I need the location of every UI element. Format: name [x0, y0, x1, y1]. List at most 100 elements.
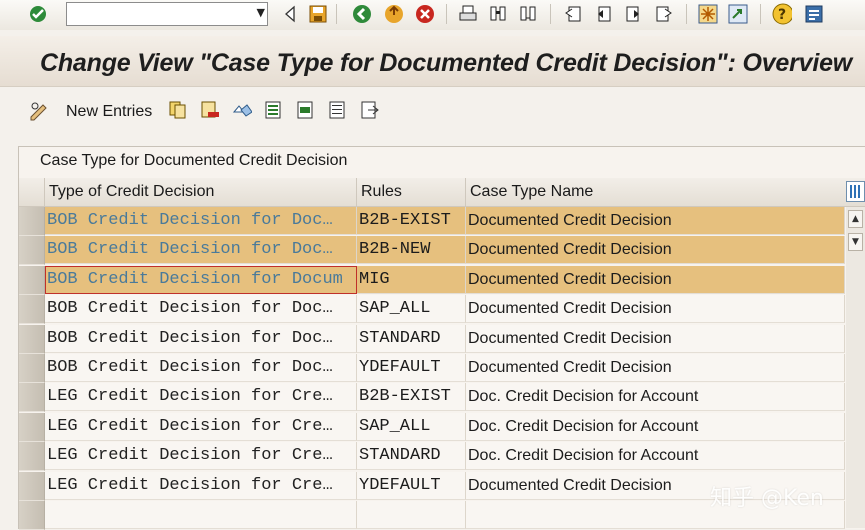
table-row[interactable]: BOB Credit Decision for Doc… B2B-EXIST Doc… — [19, 207, 845, 236]
command-field[interactable]: ▼ — [66, 2, 268, 26]
table-row[interactable]: BOB Credit Decision for Docum MIG Document… — [19, 266, 845, 295]
cell-type-of-credit-decision[interactable]: LEG Credit Decision for Cre… — [45, 442, 357, 470]
customize-layout-icon[interactable] — [804, 4, 824, 24]
cell-rules[interactable] — [357, 501, 466, 529]
row-selector[interactable] — [19, 472, 45, 501]
new-session-icon[interactable] — [698, 4, 718, 24]
cell-rules[interactable]: MIG — [357, 266, 466, 294]
cell-case-type-name[interactable]: Doc. Credit Decision for Account — [466, 383, 845, 411]
new-entries-button[interactable]: New Entries — [66, 103, 152, 121]
scroll-down-icon[interactable]: ▼ — [848, 233, 863, 251]
cell-type-text: BOB Credit Decision for Doc… — [47, 211, 333, 230]
cell-rules[interactable]: SAP_ALL — [357, 295, 466, 323]
cell-rules[interactable]: STANDARD — [357, 325, 466, 353]
cell-type-of-credit-decision[interactable]: LEG Credit Decision for Cre… — [45, 472, 357, 500]
cell-type-of-credit-decision[interactable]: LEG Credit Decision for Cre… — [45, 383, 357, 411]
help-icon[interactable]: ? — [772, 3, 792, 25]
previous-page-icon[interactable] — [593, 4, 613, 24]
cell-case-type-name[interactable]: Doc. Credit Decision for Account — [466, 442, 845, 470]
chevron-down-icon[interactable]: ▼ — [257, 6, 265, 19]
edit-glasses-icon[interactable] — [28, 100, 48, 121]
cell-type-of-credit-decision[interactable]: BOB Credit Decision for Doc… — [45, 295, 357, 323]
find-next-icon[interactable] — [518, 4, 538, 24]
print-icon[interactable] — [458, 4, 478, 24]
create-shortcut-icon[interactable] — [728, 4, 748, 24]
first-page-icon[interactable] — [563, 4, 583, 24]
cancel-icon[interactable] — [415, 4, 435, 24]
cell-type-of-credit-decision[interactable]: BOB Credit Decision for Doc… — [45, 354, 357, 382]
cell-type-text: LEG Credit Decision for Cre… — [47, 417, 333, 436]
toolbar-separator — [336, 4, 337, 24]
cell-case-type-name[interactable]: Documented Credit Decision — [466, 325, 845, 353]
cell-case-type-name[interactable]: Documented Credit Decision — [466, 266, 845, 294]
table-row[interactable]: LEG Credit Decision for Cre… SAP_ALL Doc. … — [19, 413, 845, 442]
cell-type-text: BOB Credit Decision for Doc… — [47, 358, 333, 377]
select-block-icon[interactable] — [296, 100, 316, 120]
cell-type-of-credit-decision[interactable]: BOB Credit Decision for Doc… — [45, 236, 357, 264]
cell-case-type-name[interactable]: Documented Credit Decision — [466, 354, 845, 382]
toolbar-separator — [686, 4, 687, 24]
scroll-up-icon[interactable]: ▲ — [848, 210, 863, 228]
row-selector[interactable] — [19, 442, 45, 471]
table-row[interactable]: LEG Credit Decision for Cre… STANDARD Doc.… — [19, 442, 845, 471]
toolbar-separator — [760, 4, 761, 24]
cell-type-text: LEG Credit Decision for Cre… — [47, 476, 333, 495]
header-corner[interactable] — [19, 178, 45, 206]
cell-rules[interactable]: B2B-NEW — [357, 236, 466, 264]
cell-type-text: BOB Credit Decision for Docum — [47, 270, 343, 289]
row-selector[interactable] — [19, 501, 45, 530]
cell-rules[interactable]: STANDARD — [357, 442, 466, 470]
cell-rules[interactable]: B2B-EXIST — [357, 207, 466, 235]
back-arrow-icon[interactable] — [280, 4, 300, 24]
deselect-all-icon[interactable] — [328, 100, 348, 120]
row-selector[interactable] — [19, 295, 45, 324]
cell-type-of-credit-decision[interactable]: BOB Credit Decision for Docum — [45, 266, 357, 294]
table-row[interactable]: BOB Credit Decision for Doc… SAP_ALL Docum… — [19, 295, 845, 324]
back-icon[interactable] — [352, 4, 372, 24]
last-page-icon[interactable] — [654, 4, 674, 24]
print-list-icon[interactable] — [360, 100, 380, 120]
copy-icon[interactable] — [168, 100, 188, 120]
cell-rules[interactable]: YDEFAULT — [357, 472, 466, 500]
select-all-icon[interactable] — [264, 100, 284, 120]
vertical-scrollbar[interactable]: ▲ ▼ — [846, 207, 865, 528]
row-selector[interactable] — [19, 354, 45, 383]
cell-case-type-name[interactable]: Documented Credit Decision — [466, 295, 845, 323]
table-row[interactable]: BOB Credit Decision for Doc… YDEFAULT Docu… — [19, 354, 845, 383]
table-caption: Case Type for Documented Credit Decision — [40, 152, 348, 169]
cell-rules[interactable]: SAP_ALL — [357, 413, 466, 441]
row-selector[interactable] — [19, 207, 45, 236]
cell-type-of-credit-decision[interactable] — [45, 501, 357, 529]
exit-icon[interactable] — [384, 4, 404, 24]
row-selector[interactable] — [19, 325, 45, 354]
table-row[interactable]: LEG Credit Decision for Cre… B2B-EXIST Doc… — [19, 383, 845, 412]
cell-type-of-credit-decision[interactable]: LEG Credit Decision for Cre… — [45, 413, 357, 441]
find-icon[interactable] — [488, 4, 508, 24]
cell-type-text: BOB Credit Decision for Doc… — [47, 329, 333, 348]
toolbar-separator — [550, 4, 551, 24]
column-header-case-type-name[interactable]: Case Type Name — [466, 178, 846, 206]
column-header-type[interactable]: Type of Credit Decision — [45, 178, 357, 206]
row-selector[interactable] — [19, 413, 45, 442]
table-row[interactable]: BOB Credit Decision for Doc… STANDARD Docu… — [19, 325, 845, 354]
table-row[interactable]: BOB Credit Decision for Doc… B2B-NEW Docum… — [19, 236, 845, 265]
row-selector[interactable] — [19, 236, 45, 265]
cell-type-of-credit-decision[interactable]: BOB Credit Decision for Doc… — [45, 325, 357, 353]
undo-change-icon[interactable] — [232, 100, 252, 120]
column-header-rules[interactable]: Rules — [357, 178, 466, 206]
row-selector[interactable] — [19, 383, 45, 412]
cell-case-type-name[interactable]: Documented Credit Decision — [466, 236, 845, 264]
row-selector[interactable] — [19, 266, 45, 295]
table-settings-icon[interactable] — [846, 181, 865, 202]
toolbar-separator — [446, 4, 447, 24]
cell-case-type-name[interactable]: Documented Credit Decision — [466, 207, 845, 235]
cell-type-of-credit-decision[interactable]: BOB Credit Decision for Doc… — [45, 207, 357, 235]
cell-rules[interactable]: B2B-EXIST — [357, 383, 466, 411]
enter-check-icon[interactable] — [28, 4, 48, 24]
cell-rules[interactable]: YDEFAULT — [357, 354, 466, 382]
title-bar: Change View "Case Type for Documented Cr… — [0, 36, 865, 87]
delete-icon[interactable] — [200, 100, 220, 120]
cell-case-type-name[interactable]: Doc. Credit Decision for Account — [466, 413, 845, 441]
save-icon[interactable] — [308, 4, 328, 24]
next-page-icon[interactable] — [624, 4, 644, 24]
